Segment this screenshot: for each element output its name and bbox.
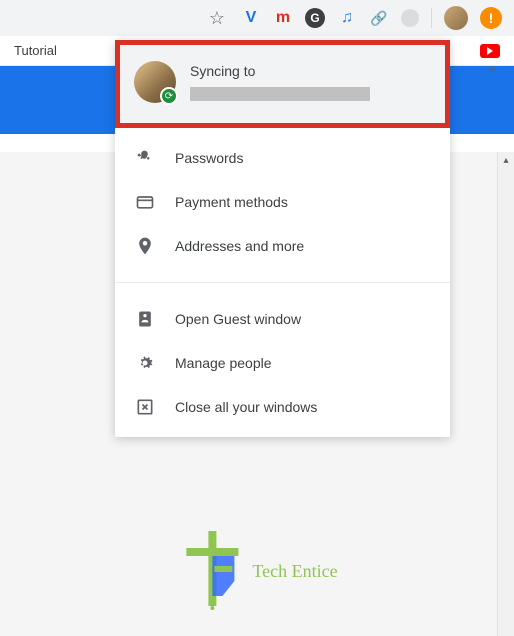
pin-icon — [135, 236, 155, 256]
bookmark-overflow[interactable]: » — [488, 60, 496, 78]
watermark-text: Tech Entice — [252, 561, 337, 582]
browser-toolbar: ☆ V m G ♫ 🔗 ! — [0, 0, 514, 36]
menu-payment-methods[interactable]: Payment methods — [115, 180, 450, 224]
menu-label: Addresses and more — [175, 238, 304, 254]
extension-circle-icon[interactable] — [401, 9, 419, 27]
menu-label: Manage people — [175, 355, 272, 371]
card-icon — [135, 192, 155, 212]
key-icon — [135, 148, 155, 168]
sync-text-block: Syncing to — [190, 61, 431, 101]
menu-divider — [115, 282, 450, 283]
sync-email-redacted — [190, 87, 370, 101]
menu-label: Open Guest window — [175, 311, 301, 327]
sync-badge-icon: ⟳ — [160, 87, 178, 105]
chevron-icon: » — [488, 60, 496, 76]
menu-passwords[interactable]: Passwords — [115, 136, 450, 180]
menu-close-windows[interactable]: Close all your windows — [115, 385, 450, 429]
scrollbar[interactable]: ▴ — [497, 152, 514, 636]
profile-avatar-wrap: ⟳ — [134, 61, 176, 103]
menu-guest-window[interactable]: Open Guest window — [115, 297, 450, 341]
extension-icon-g[interactable]: G — [305, 8, 325, 28]
extension-music-icon[interactable]: ♫ — [337, 8, 357, 28]
menu-section-1: Passwords Payment methods Addresses and … — [115, 128, 450, 276]
gear-icon — [135, 353, 155, 373]
watermark: Tech Entice — [176, 526, 337, 616]
menu-label: Payment methods — [175, 194, 288, 210]
youtube-icon[interactable] — [480, 44, 500, 58]
close-icon — [135, 397, 155, 417]
watermark-logo-icon — [176, 526, 246, 616]
menu-addresses[interactable]: Addresses and more — [115, 224, 450, 268]
extension-link-icon[interactable]: 🔗 — [369, 8, 389, 28]
toolbar-divider — [431, 8, 432, 28]
sync-header[interactable]: ⟳ Syncing to — [115, 40, 450, 128]
menu-label: Close all your windows — [175, 399, 317, 415]
extension-icon-m[interactable]: m — [273, 8, 293, 28]
menu-label: Passwords — [175, 150, 243, 166]
sync-title: Syncing to — [190, 63, 431, 79]
menu-manage-people[interactable]: Manage people — [115, 341, 450, 385]
bookmark-tutorial[interactable]: Tutorial — [14, 43, 57, 58]
guest-icon — [135, 309, 155, 329]
profile-avatar-icon[interactable] — [444, 6, 468, 30]
alert-badge-icon[interactable]: ! — [480, 7, 502, 29]
menu-section-2: Open Guest window Manage people Close al… — [115, 289, 450, 437]
profile-menu: ⟳ Syncing to Passwords Payment methods A… — [115, 40, 450, 437]
extension-icon-v[interactable]: V — [241, 8, 261, 28]
scrollbar-up-icon[interactable]: ▴ — [498, 152, 514, 169]
bookmark-star-icon[interactable]: ☆ — [209, 8, 225, 29]
